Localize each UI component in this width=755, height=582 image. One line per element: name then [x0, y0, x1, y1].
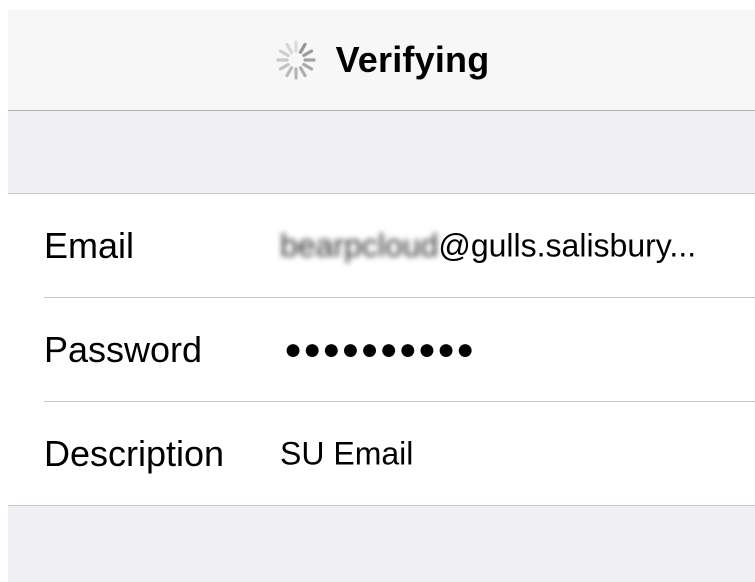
spinner-spoke — [298, 42, 307, 54]
spinner-spoke — [301, 49, 313, 58]
password-field[interactable]: ●●●●●●●●●● — [284, 333, 475, 367]
section-spacer — [8, 111, 755, 194]
email-label: Email — [44, 225, 135, 266]
spinner-spoke — [298, 66, 307, 78]
spinner-spoke — [284, 42, 293, 54]
left-margin — [0, 0, 8, 582]
password-row[interactable]: Password ●●●●●●●●●● — [8, 298, 755, 402]
email-username-blurred: bearpcloud — [280, 227, 439, 264]
activity-spinner-icon — [274, 38, 318, 82]
email-row[interactable]: Email bearpcloud@gulls.salisbury... — [8, 194, 755, 298]
account-form: Email bearpcloud@gulls.salisbury... Pass… — [8, 194, 755, 506]
email-field[interactable]: bearpcloud@gulls.salisbury... — [280, 228, 696, 265]
spinner-spoke — [301, 62, 313, 71]
spinner-spoke — [278, 62, 290, 71]
bottom-spacer — [8, 506, 755, 582]
spinner-spoke — [284, 66, 293, 78]
navigation-bar: Verifying — [8, 10, 755, 111]
nav-title-group: Verifying — [8, 10, 755, 110]
spinner-spoke — [278, 49, 290, 58]
page-title: Verifying — [335, 39, 490, 80]
top-margin — [0, 0, 755, 10]
password-label: Password — [44, 329, 203, 370]
description-row[interactable]: Description SU Email — [8, 402, 755, 506]
email-domain: @gulls.salisbury... — [438, 227, 697, 264]
description-field[interactable]: SU Email — [280, 436, 413, 473]
description-label: Description — [44, 433, 225, 474]
